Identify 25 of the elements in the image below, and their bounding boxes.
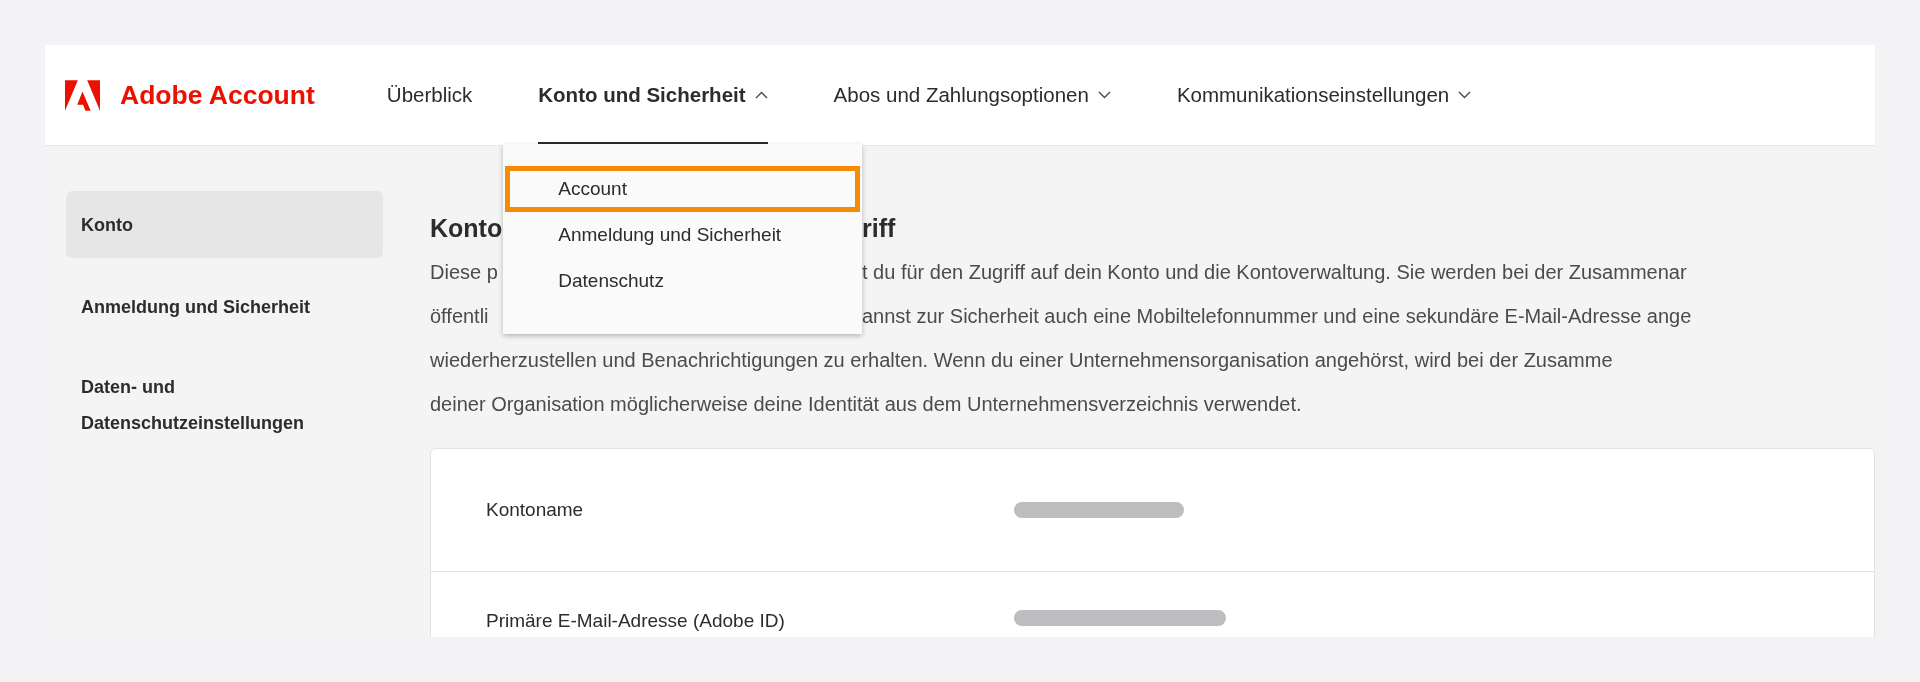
chevron-down-icon bbox=[1458, 91, 1472, 99]
sidebar-item[interactable]: Daten- und Datenschutzeinstellungen bbox=[66, 355, 383, 455]
field-label: Primäre E-Mail-Adresse (Adobe ID) bbox=[486, 610, 786, 632]
sidebar-item[interactable]: Anmeldung und Sicherheit bbox=[66, 273, 383, 340]
section-heading: riff bbox=[862, 213, 896, 244]
nav-link[interactable]: Abos und Zahlungsoptionen bbox=[833, 83, 1089, 107]
section-heading: Konto bbox=[430, 213, 503, 244]
paragraph-text: t du für den Zugriff auf dein Konto und die Kontoverwaltung. Sie werden bei der Zusammenar bbox=[862, 260, 1687, 285]
menu-item[interactable]: Datenschutz bbox=[505, 258, 861, 304]
nav-link[interactable]: Überblick bbox=[386, 83, 473, 107]
sidebar-item[interactable]: Konto bbox=[66, 191, 383, 258]
nav-link[interactable]: Konto und Sicherheit bbox=[538, 83, 746, 107]
menu-item[interactable]: Account bbox=[505, 166, 861, 212]
paragraph-text: öffentli bbox=[430, 304, 489, 329]
chevron-down-icon bbox=[1097, 91, 1111, 99]
menu-item[interactable]: Anmeldung und Sicherheit bbox=[505, 212, 861, 258]
chevron-up-icon bbox=[754, 91, 768, 99]
paragraph-text: Diese p bbox=[430, 260, 498, 285]
logo-icon bbox=[65, 79, 100, 111]
nav-link[interactable]: Kommunikationseinstellungen bbox=[1176, 83, 1450, 107]
field-label: Kontoname bbox=[486, 499, 585, 521]
brand-name[interactable]: Adobe Account bbox=[120, 79, 315, 111]
paragraph-text: annst zur Sicherheit auch eine Mobiltelefonnummer und eine sekundäre E-Mail-Adresse ange bbox=[862, 304, 1692, 329]
paragraph-text: wiederherzustellen und Benachrichtigungen zu erhalten. Wenn du einer Unternehmensorganisation angehörst, wird bei der Zusamme bbox=[430, 348, 1613, 373]
paragraph-text: deiner Organisation möglicherweise deine Identität aus dem Unternehmensverzeichnis verwendet. bbox=[430, 392, 1302, 417]
